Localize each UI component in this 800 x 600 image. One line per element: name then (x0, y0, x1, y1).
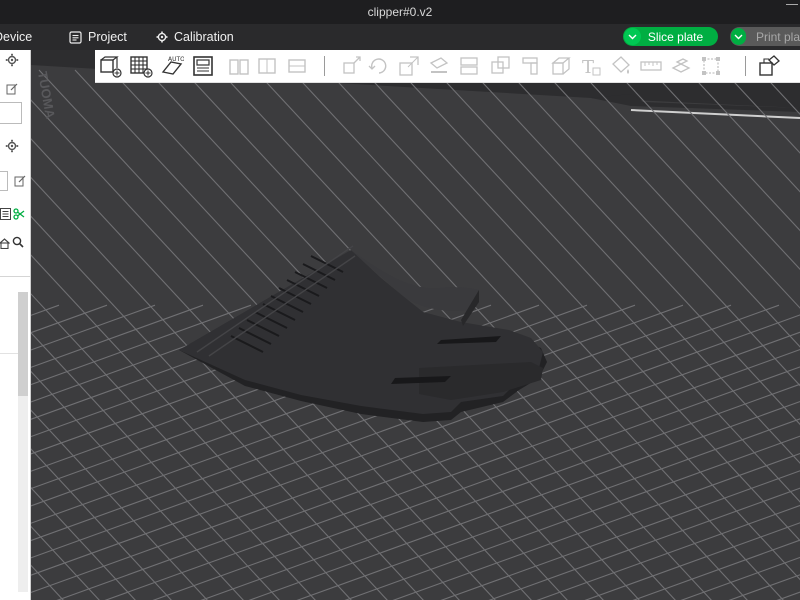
window-control-line[interactable] (786, 4, 798, 5)
support-paint-icon[interactable] (519, 54, 543, 78)
layer-icon[interactable] (285, 54, 309, 78)
gear-icon[interactable] (5, 139, 19, 158)
mesh-boolean-icon[interactable] (489, 54, 513, 78)
sidebar-divider (0, 353, 18, 354)
svg-text:T: T (582, 57, 594, 78)
sidebar-divider (0, 276, 30, 277)
arrange-grid-icon[interactable] (129, 54, 153, 78)
seam-paint-icon[interactable] (549, 54, 573, 78)
gear-icon[interactable] (5, 53, 19, 72)
sidebar (0, 50, 31, 600)
edit-icon[interactable] (6, 82, 18, 100)
filament-box[interactable] (0, 102, 22, 124)
toolbar-separator (745, 56, 746, 76)
list-icon[interactable] (0, 207, 11, 225)
lay-on-face-icon[interactable] (427, 54, 451, 78)
window-titlebar: clipper#0.v2 (0, 0, 800, 24)
move-icon[interactable] (339, 54, 363, 78)
slice-plate-label: Slice plate (647, 29, 704, 44)
3d-viewport[interactable]: TUOMA (31, 50, 800, 600)
svg-text:AUTO: AUTO (168, 56, 184, 63)
tab-device[interactable]: Device (0, 24, 32, 50)
split-parts-icon[interactable] (255, 54, 279, 78)
cut-icon[interactable] (457, 54, 481, 78)
plate-settings-icon[interactable] (191, 54, 215, 78)
plate-toolbar: AUTO T (95, 50, 800, 83)
chevron-down-icon[interactable] (624, 28, 641, 45)
hollow-icon[interactable] (699, 54, 723, 78)
window-title: clipper#0.v2 (367, 5, 433, 19)
color-paint-icon[interactable] (609, 54, 633, 78)
assembly-view-icon[interactable] (757, 54, 781, 78)
tab-project[interactable]: Project (69, 24, 127, 50)
slice-plate-button[interactable]: Slice plate (623, 27, 718, 46)
scale-icon[interactable] (397, 54, 421, 78)
build-plate-scene[interactable]: TUOMA (31, 50, 800, 600)
tab-device-label: Device (0, 30, 33, 44)
home-icon[interactable] (0, 236, 10, 254)
measure-icon[interactable] (639, 54, 663, 78)
sidebar-scrollbar-thumb[interactable] (18, 292, 28, 396)
tab-calibration-label: Calibration (174, 30, 234, 44)
process-box[interactable] (0, 171, 8, 191)
chevron-down-icon[interactable] (731, 28, 746, 45)
auto-orient-icon[interactable]: AUTO (160, 54, 184, 78)
rotate-icon[interactable] (367, 54, 391, 78)
text-shape-icon[interactable]: T (579, 54, 603, 78)
toolbar-separator (324, 56, 325, 76)
add-object-icon[interactable] (98, 54, 122, 78)
search-icon[interactable] (12, 235, 24, 253)
project-icon (69, 30, 82, 44)
top-nav: Device Project Calibration Slice plate P… (0, 24, 800, 51)
edit-icon[interactable] (14, 174, 26, 192)
scissors-icon[interactable] (13, 207, 25, 225)
tab-calibration[interactable]: Calibration (156, 24, 234, 50)
split-objects-icon[interactable] (227, 54, 251, 78)
calibration-icon (156, 31, 168, 43)
tab-project-label: Project (88, 30, 127, 44)
print-plate-button[interactable]: Print plate (730, 27, 800, 46)
print-plate-label: Print plate (755, 29, 800, 44)
assembly-icon[interactable] (669, 54, 693, 78)
